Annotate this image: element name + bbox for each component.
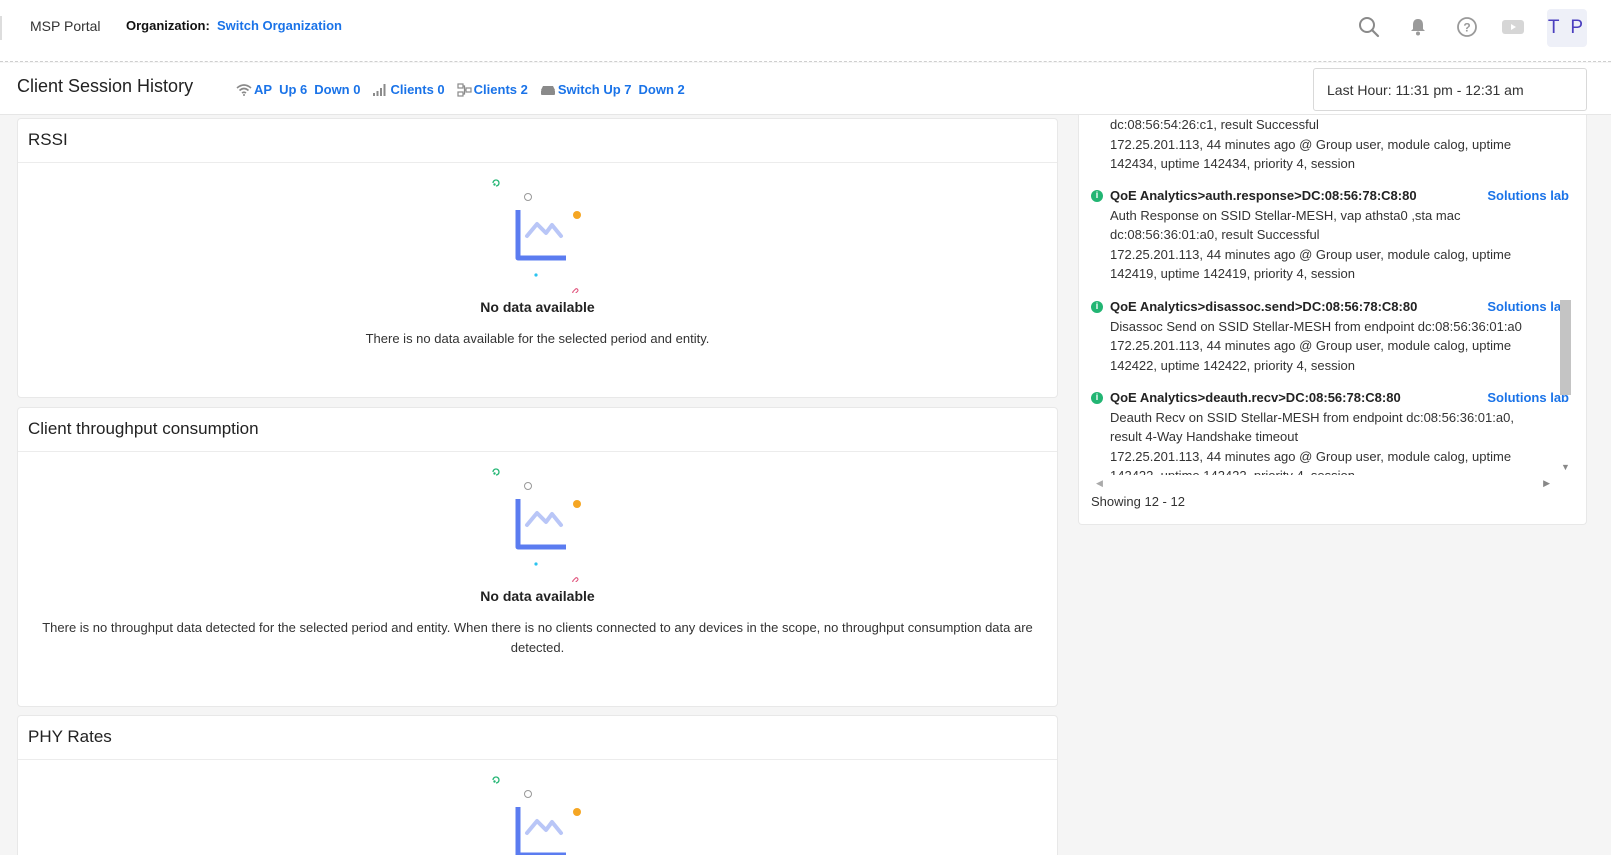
empty-state: No data available There is no data avail…	[18, 163, 1057, 349]
info-icon: i	[1091, 300, 1103, 313]
ap-down-count[interactable]: Down 0	[314, 82, 360, 97]
top-navbar: MSP Portal Organization: Switch Organiza…	[0, 0, 1611, 62]
no-data-description: There is no data available for the selec…	[365, 331, 710, 346]
signal-bars-icon	[373, 84, 386, 96]
event-header: i QoE Analytics>disassoc.send>DC:08:56:7…	[1091, 297, 1569, 317]
event-item[interactable]: i QoE Analytics>disassoc.send>DC:08:56:7…	[1091, 297, 1569, 375]
event-detail: 142422, uptime 142422, priority 4, sessi…	[1110, 357, 1355, 373]
event-detail: 172.25.201.113, 44 minutes ago @ Group u…	[1110, 448, 1512, 464]
help-icon[interactable]: ?	[1454, 14, 1480, 40]
wired-clients-stats[interactable]: Clients 2	[457, 82, 528, 97]
info-icon: i	[1091, 189, 1103, 202]
wireless-clients-stats[interactable]: Clients 0	[372, 82, 445, 97]
search-icon[interactable]	[1356, 14, 1382, 40]
organization-label: Organization:	[126, 18, 210, 33]
vertical-scrollbar-thumb[interactable]	[1560, 300, 1571, 395]
empty-state: No data available There is no throughput…	[18, 452, 1057, 658]
event-site-link[interactable]: Solutions lab	[1487, 186, 1569, 206]
switch-icon	[540, 85, 555, 95]
no-data-title: No data available	[480, 299, 595, 315]
info-icon: i	[1091, 391, 1103, 404]
switch-up-count[interactable]: Switch Up 7	[558, 82, 632, 97]
card-title-throughput: Client throughput consumption	[18, 408, 1057, 452]
bell-icon[interactable]	[1405, 14, 1431, 40]
time-range-picker[interactable]: Last Hour: 11:31 pm - 12:31 am	[1313, 68, 1587, 111]
event-site-link[interactable]: Solutions lab	[1487, 297, 1569, 317]
wireless-clients-count[interactable]: Clients 0	[390, 82, 444, 97]
page-header: Client Session History AP Up 6 Down 0 Cl…	[0, 63, 1611, 115]
event-title: QoE Analytics>auth.response>DC:08:56:78:…	[1110, 188, 1417, 203]
event-title: QoE Analytics>disassoc.send>DC:08:56:78:…	[1110, 299, 1418, 314]
card-title-rssi: RSSI	[18, 119, 1057, 163]
event-item-partial[interactable]: dc:08:56:54:26:c1, result Successful 172…	[1091, 115, 1569, 174]
scroll-down-arrow-icon[interactable]: ▼	[1561, 462, 1570, 472]
event-detail: 172.25.201.113, 44 minutes ago @ Group u…	[1110, 136, 1512, 152]
event-detail: 142422, uptime 142422, priority 4, sessi…	[1091, 466, 1569, 475]
card-title-phy-rates: PHY Rates	[18, 716, 1057, 760]
event-detail: dc:08:56:54:26:c1, result Successful	[1110, 117, 1319, 132]
wifi-icon	[236, 83, 252, 96]
no-data-illustration	[488, 163, 588, 295]
event-detail: 142434, uptime 142434, priority 4, sessi…	[1110, 156, 1355, 171]
network-tree-icon	[457, 82, 472, 97]
event-detail: dc:08:56:36:01:a0, result Successful	[1110, 227, 1320, 242]
wired-clients-count[interactable]: Clients 2	[474, 82, 528, 97]
device-stats: AP Up 6 Down 0 Clients 0 Clients 2 Switc…	[236, 82, 697, 97]
video-icon[interactable]	[1500, 14, 1526, 40]
event-detail: 172.25.201.113, 44 minutes ago @ Group u…	[1110, 246, 1512, 262]
events-list[interactable]: dc:08:56:54:26:c1, result Successful 172…	[1079, 115, 1569, 475]
pagination-showing: Showing 12 - 12	[1091, 494, 1185, 509]
event-detail: result 4-Way Handshake timeout	[1110, 429, 1299, 444]
switch-organization-link[interactable]: Switch Organization	[217, 18, 342, 33]
nav-edge-divider	[0, 16, 2, 40]
no-data-title: No data available	[480, 588, 595, 604]
brand-name[interactable]: MSP Portal	[30, 18, 101, 34]
ap-stats[interactable]: AP Up 6 Down 0	[236, 82, 360, 97]
svg-text:?: ?	[1463, 21, 1470, 35]
event-detail: 172.25.201.113, 44 minutes ago @ Group u…	[1110, 338, 1512, 353]
user-avatar[interactable]: T P	[1547, 9, 1587, 47]
event-item[interactable]: i QoE Analytics>auth.response>DC:08:56:7…	[1091, 186, 1569, 284]
rssi-card: RSSI No data available There is no data …	[17, 118, 1058, 398]
scroll-right-arrow-icon[interactable]: ▶	[1543, 478, 1550, 489]
phy-rates-card: PHY Rates	[17, 715, 1058, 855]
no-data-illustration	[488, 760, 588, 855]
ap-up-count[interactable]: Up 6	[279, 82, 307, 97]
event-header: i QoE Analytics>auth.response>DC:08:56:7…	[1091, 186, 1569, 206]
event-item[interactable]: i QoE Analytics>deauth.recv>DC:08:56:78:…	[1091, 388, 1569, 475]
event-detail: Deauth Recv on SSID Stellar-MESH from en…	[1110, 409, 1514, 425]
client-throughput-card: Client throughput consumption No data av…	[17, 407, 1058, 707]
events-panel: dc:08:56:54:26:c1, result Successful 172…	[1078, 115, 1587, 525]
event-title: QoE Analytics>deauth.recv>DC:08:56:78:C8…	[1110, 390, 1401, 405]
event-header: i QoE Analytics>deauth.recv>DC:08:56:78:…	[1091, 388, 1569, 408]
switch-down-count[interactable]: Down 2	[639, 82, 685, 97]
event-detail: Disassoc Send on SSID Stellar-MESH from …	[1110, 318, 1522, 334]
switch-stats[interactable]: Switch Up 7 Down 2	[540, 82, 685, 97]
scroll-left-arrow-icon[interactable]: ◀	[1096, 478, 1103, 489]
event-detail: 142419, uptime 142419, priority 4, sessi…	[1110, 266, 1355, 281]
empty-state	[18, 760, 1057, 855]
event-detail: Auth Response on SSID Stellar-MESH, vap …	[1110, 207, 1461, 223]
ap-label: AP	[254, 82, 273, 97]
page-title: Client Session History	[17, 76, 194, 96]
no-data-description: There is no throughput data detected for…	[42, 620, 1033, 655]
event-site-link[interactable]: Solutions lab	[1487, 388, 1569, 408]
no-data-illustration	[488, 452, 588, 584]
horizontal-scrollbar[interactable]: ◀ ▶	[1096, 478, 1550, 488]
